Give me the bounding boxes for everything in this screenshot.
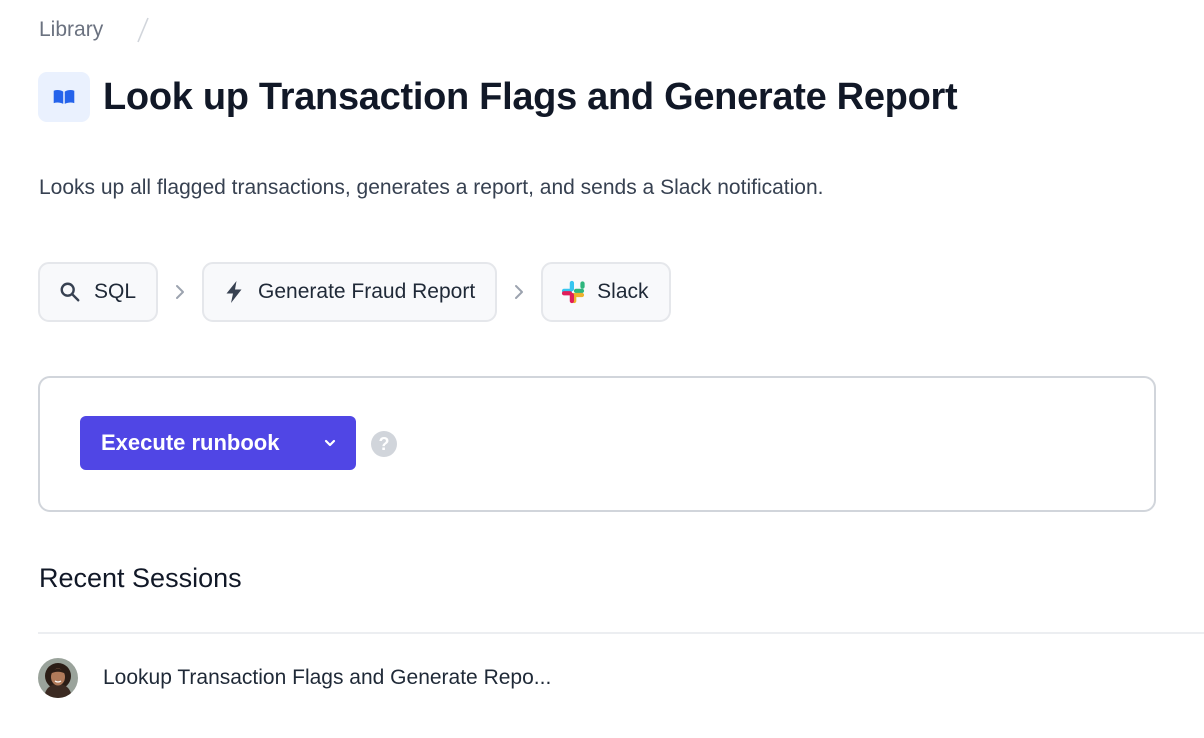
runbook-description: Looks up all flagged transactions, gener… <box>39 176 824 199</box>
chevron-right-icon <box>497 262 541 322</box>
slack-logo-icon <box>561 280 585 304</box>
avatar <box>38 658 78 698</box>
divider <box>38 632 1204 634</box>
step-generate-fraud-report[interactable]: Generate Fraud Report <box>202 262 498 322</box>
lightning-bolt-icon <box>222 280 246 304</box>
step-label: Slack <box>597 280 649 303</box>
recent-sessions-title: Recent Sessions <box>39 563 242 593</box>
runbook-steps: SQL Generate Fraud Report Slack <box>38 262 671 322</box>
step-label: SQL <box>94 280 137 303</box>
breadcrumb: Library <box>39 14 151 46</box>
help-icon[interactable]: ? <box>371 431 397 457</box>
page-title: Look up Transaction Flags and Generate R… <box>103 75 958 118</box>
page-header: Look up Transaction Flags and Generate R… <box>38 71 958 123</box>
step-label: Generate Fraud Report <box>258 280 476 303</box>
execute-runbook-label: Execute runbook <box>101 430 280 455</box>
chevron-down-icon[interactable] <box>320 433 340 453</box>
session-list-item[interactable]: Lookup Transaction Flags and Generate Re… <box>38 656 1204 700</box>
breadcrumb-library-link[interactable]: Library <box>39 18 103 42</box>
step-sql[interactable]: SQL <box>38 262 159 322</box>
execute-card: Execute runbook ? <box>38 376 1156 512</box>
chevron-right-icon <box>158 262 202 322</box>
execute-runbook-button[interactable]: Execute runbook <box>80 416 356 470</box>
book-open-icon <box>38 72 90 122</box>
breadcrumb-separator-icon <box>137 17 149 43</box>
step-slack[interactable]: Slack <box>541 262 671 322</box>
search-icon <box>58 280 82 304</box>
runbook-page: Library Look up Transaction Flags and Ge… <box>0 0 1204 738</box>
session-name: Lookup Transaction Flags and Generate Re… <box>103 666 552 689</box>
